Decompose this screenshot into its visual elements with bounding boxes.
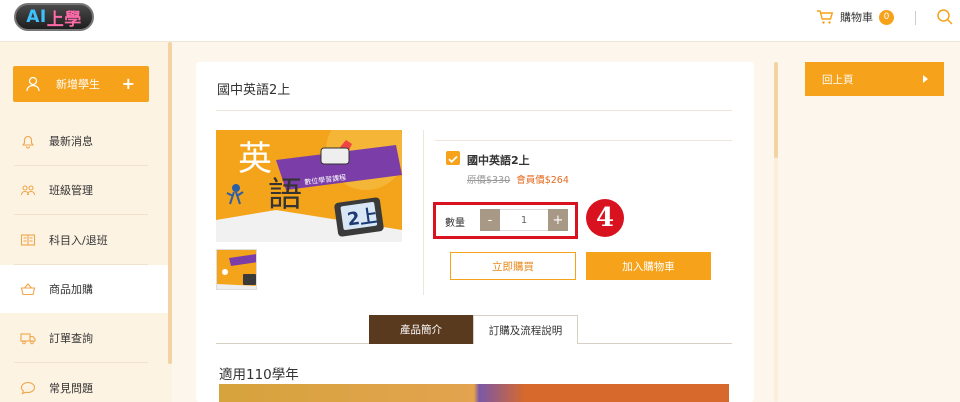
- title-divider: [216, 110, 732, 111]
- caret-right-icon: [923, 75, 928, 83]
- sidebar-item-faq[interactable]: 常見問題: [0, 364, 168, 402]
- sidebar-divider: [14, 214, 148, 215]
- original-price-label: 原價: [467, 175, 487, 186]
- chat-bubble-icon: [20, 381, 36, 395]
- content-divider: [423, 130, 424, 295]
- truck-icon: [20, 333, 36, 345]
- product-image: 2上 英 語 數位學習課程: [216, 130, 402, 242]
- back-button-label: 回上頁: [822, 73, 854, 86]
- tab-product-intro[interactable]: 產品簡介: [369, 315, 473, 344]
- sidebar-item-product-purchase[interactable]: 商品加購: [0, 265, 168, 313]
- description-banner-image: [219, 384, 729, 402]
- info-divider: [435, 140, 732, 141]
- member-price-value: $264: [544, 175, 569, 186]
- original-price: 原價$330: [467, 172, 510, 186]
- header-divider: [915, 11, 916, 25]
- sidebar-item-label: 商品加購: [49, 283, 93, 296]
- sidebar-scrollbar[interactable]: [168, 42, 172, 364]
- member-price-label: 會員價: [516, 175, 545, 186]
- book-open-icon: [20, 234, 36, 246]
- cart-count-badge: 0: [879, 9, 894, 25]
- member-price: 會員價$264: [516, 172, 569, 186]
- product-option-checkbox[interactable]: [446, 151, 460, 165]
- quantity-label: 數量: [445, 218, 465, 229]
- back-button[interactable]: 回上頁: [805, 62, 944, 96]
- add-student-label: 新增學生: [56, 78, 100, 91]
- sidebar-item-enrollment[interactable]: 科目入/退班: [0, 216, 168, 264]
- sidebar-item-label: 科目入/退班: [49, 234, 108, 247]
- original-price-value: $330: [486, 175, 511, 186]
- page-title: 國中英語2上: [217, 83, 291, 98]
- sidebar-item-class-management[interactable]: 班級管理: [0, 166, 168, 214]
- sidebar-item-label: 常見問題: [49, 382, 93, 395]
- main-scrollbar[interactable]: [774, 62, 778, 158]
- check-icon: [448, 155, 458, 164]
- user-icon: [26, 76, 40, 92]
- quantity-decrease-button[interactable]: -: [480, 209, 500, 231]
- cart-icon: [817, 10, 834, 24]
- product-option-name: 國中英語2上: [467, 154, 530, 167]
- logo-ai-text: AI: [26, 7, 47, 27]
- search-icon[interactable]: [936, 8, 954, 26]
- buy-now-button[interactable]: 立即購買: [450, 252, 576, 280]
- plus-icon: +: [121, 74, 135, 93]
- logo-school-text: 上學: [46, 9, 82, 30]
- grade-badge-text: 2上: [346, 206, 379, 231]
- product-cover-art: 2上 英 語 數位學習課程: [216, 130, 402, 242]
- quantity-increase-button[interactable]: +: [548, 209, 568, 231]
- applicable-year-text: 適用110學年: [219, 367, 299, 383]
- cart-label: 購物車: [840, 11, 873, 24]
- cart-link[interactable]: 購物車 0: [816, 9, 894, 25]
- sidebar-item-order-inquiry[interactable]: 訂單查詢: [0, 314, 168, 362]
- tab-order-instructions[interactable]: 訂購及流程說明: [473, 315, 578, 344]
- step-number-badge: 4: [586, 199, 624, 237]
- thumbnail-art: [217, 250, 256, 289]
- product-thumbnail[interactable]: [216, 249, 257, 290]
- site-logo[interactable]: AI 上學: [14, 3, 94, 31]
- sidebar-item-news[interactable]: 最新消息: [0, 117, 168, 165]
- quantity-input[interactable]: 1: [500, 209, 548, 231]
- price-row: 原價$330 會員價$264: [467, 172, 569, 186]
- add-student-button[interactable]: 新增學生 +: [13, 66, 149, 102]
- sidebar-item-label: 訂單查詢: [49, 332, 93, 345]
- cover-char-2: 語: [268, 175, 302, 215]
- cover-char-1: 英: [238, 139, 272, 179]
- sidebar-item-label: 班級管理: [49, 184, 93, 197]
- users-icon: [20, 185, 36, 196]
- sidebar-item-label: 最新消息: [49, 135, 93, 148]
- add-to-cart-button[interactable]: 加入購物車: [586, 252, 711, 280]
- basket-icon: [20, 283, 36, 296]
- sidebar-divider: [14, 362, 148, 363]
- bell-icon: [21, 135, 35, 149]
- top-bar: AI 上學 購物車 0: [0, 0, 960, 42]
